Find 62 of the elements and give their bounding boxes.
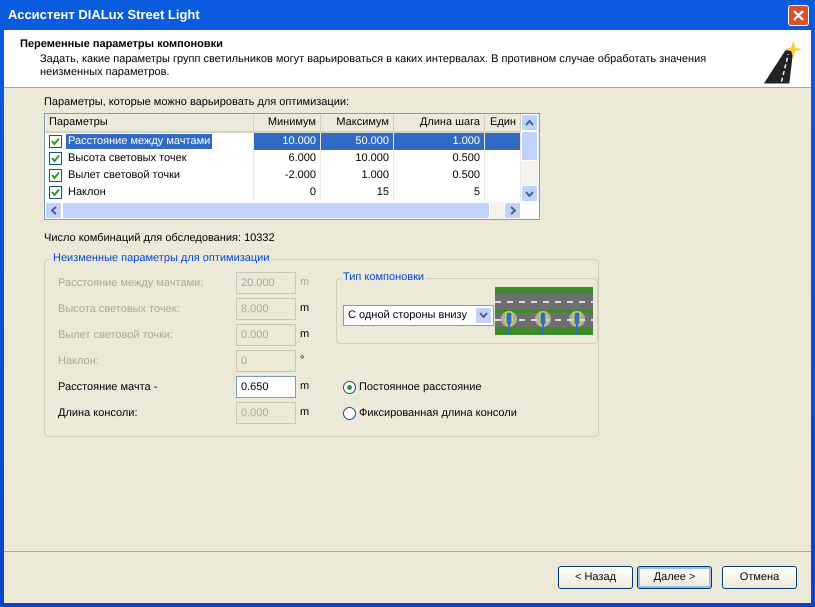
scrollbar-thumb[interactable]: [521, 131, 538, 162]
table-cell: 0.500: [394, 167, 485, 184]
close-icon: [792, 8, 805, 22]
table-cell: 0.500: [394, 150, 485, 168]
combinations-count: Число комбинаций для обследования: 10332: [44, 232, 276, 246]
input-field[interactable]: 0.650: [236, 376, 296, 398]
unit-label: m: [299, 301, 310, 316]
layout-type-dropdown[interactable]: С одной стороны внизу: [343, 304, 494, 326]
table-cell: 10.000: [254, 133, 321, 150]
table-row[interactable]: Наклон 0 15 5: [45, 184, 521, 202]
checkbox[interactable]: [49, 186, 62, 200]
scroll-right-button[interactable]: [504, 202, 521, 220]
column-header[interactable]: Параметры: [45, 114, 254, 132]
table-row[interactable]: Расстояние между мачтами 10.000 50.000 1.000: [45, 133, 521, 150]
table-cell: Расстояние между мачтами: [66, 134, 212, 150]
column-header[interactable]: Длина шага: [394, 114, 485, 132]
scroll-left-button[interactable]: [45, 202, 62, 220]
field-label: Наклон:: [58, 354, 100, 368]
dialog-button[interactable]: < Назад: [558, 566, 633, 589]
dialog-button[interactable]: Далее >: [637, 566, 712, 589]
field-label: Расстояние между мачтами:: [58, 276, 204, 290]
table-cell: 15: [321, 184, 394, 202]
dialog-button[interactable]: Отмена: [722, 566, 797, 589]
scroll-up-button[interactable]: [521, 114, 538, 132]
page-description: Задать, какие параметры групп светильников могут варьироваться в каких интервалах. В противном случае обработать значения неизменных параметров.: [39, 53, 708, 80]
table-cell: 50.000: [321, 133, 394, 150]
table-cell-text: Наклон: [67, 185, 107, 200]
field-label: Длина консоли:: [58, 406, 139, 420]
field-label: Высота световых точек:: [58, 302, 181, 316]
table-cell: 10.000: [321, 150, 394, 168]
table-cell: -2.000: [254, 167, 321, 184]
column-header[interactable]: Минимум: [254, 114, 321, 132]
radio-option[interactable]: Фиксированная длина консоли: [343, 406, 598, 420]
scrollbar-thumb[interactable]: [62, 202, 490, 220]
scroll-down-button[interactable]: [521, 185, 538, 202]
group-title: Неизменные параметры для оптимизации: [51, 252, 272, 266]
table-cell-text: Вылет световой точки: [67, 168, 182, 184]
radio-dot-icon: [347, 384, 352, 390]
radio-option[interactable]: Постоянное расстояние: [343, 380, 598, 394]
table-row[interactable]: Вылет световой точки -2.000 1.000 0.500: [45, 167, 521, 184]
checkbox[interactable]: [49, 135, 62, 148]
unit-label: m: [299, 327, 310, 342]
field-label: Расстояние мачта -: [58, 380, 158, 394]
section-label: Параметры, которые можно варьировать для оптимизации:: [44, 96, 350, 110]
window-title: Ассистент DIALux Street Light: [8, 7, 200, 23]
checkbox[interactable]: [49, 152, 62, 166]
table-cell: 1.000: [321, 167, 394, 184]
table-cell: 1.000: [394, 133, 485, 150]
table-cell: 6.000: [254, 150, 321, 168]
unit-label: m: [299, 379, 310, 394]
field-label: Вылет световой точки:: [58, 328, 174, 342]
table-row[interactable]: Высота световых точек 6.000 10.000 0.500: [45, 150, 521, 168]
close-button[interactable]: [788, 4, 809, 26]
table-cell-text: Высота световых точек: [67, 151, 188, 166]
column-header[interactable]: Максимум: [321, 114, 394, 132]
unit-label: °: [299, 353, 304, 368]
table-cell: 0: [254, 184, 321, 202]
page-title: Переменные параметры компоновки: [20, 38, 224, 52]
table-cell: 5: [394, 184, 485, 202]
unit-label: m: [299, 405, 310, 420]
checkbox[interactable]: [49, 169, 62, 182]
unit-label: m: [299, 275, 310, 290]
